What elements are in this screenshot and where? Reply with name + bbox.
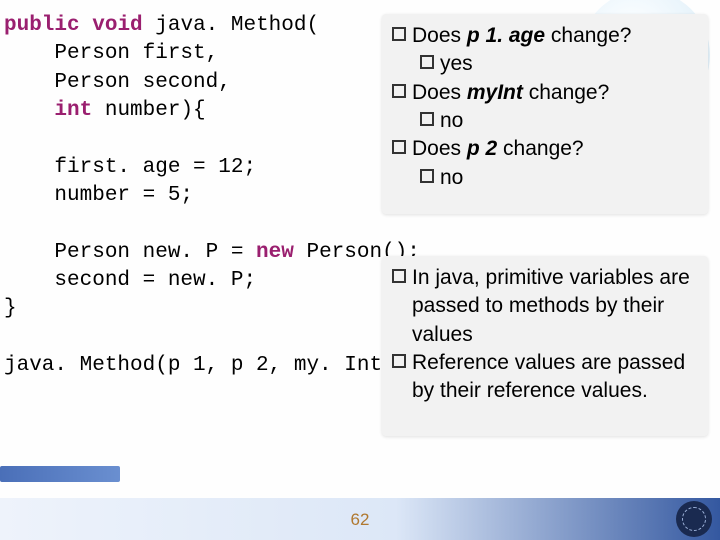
question-2: Does myInt change? (392, 79, 698, 107)
note-1: In java, primitive variables are passed … (392, 264, 698, 349)
code-text: first. age = 12; (4, 156, 256, 179)
seal-icon (676, 501, 712, 537)
code-text: java. Method(p 1, p 2, my. Int); (4, 354, 407, 377)
note-text: Reference values are passed by their ref… (412, 349, 698, 406)
bullet-square-icon (392, 354, 406, 368)
bullet-square-icon (420, 112, 434, 126)
code-text: } (4, 297, 17, 320)
answer-1: yes (392, 50, 698, 78)
question-1: Does p 1. age change? (392, 22, 698, 50)
q-emph: p 2 (467, 137, 497, 160)
answer-2: no (392, 107, 698, 135)
q-text: change? (497, 137, 583, 160)
q-emph: p 1. age (467, 24, 545, 47)
bullet-square-icon (392, 84, 406, 98)
bullet-square-icon (420, 169, 434, 183)
keyword-new: new (256, 241, 294, 264)
code-text: java. Method( (143, 14, 319, 37)
answer-3: no (392, 164, 698, 192)
q-text: Does (412, 24, 467, 47)
accent-bar (0, 466, 120, 482)
bullet-square-icon (392, 140, 406, 154)
code-text: Person second, (4, 71, 231, 94)
keyword-void: void (92, 14, 142, 37)
keyword-public: public (4, 14, 80, 37)
a-text: yes (440, 50, 473, 78)
code-text: Person first, (4, 42, 218, 65)
keyword-int: int (54, 99, 92, 122)
note-text: In java, primitive variables are passed … (412, 264, 698, 349)
code-text: number){ (92, 99, 205, 122)
a-text: no (440, 164, 463, 192)
code-text: second = new. P; (4, 269, 256, 292)
qa-box: Does p 1. age change? yes Does myInt cha… (382, 14, 708, 214)
bullet-square-icon (392, 269, 406, 283)
q-emph: myInt (467, 81, 523, 104)
note-2: Reference values are passed by their ref… (392, 349, 698, 406)
a-text: no (440, 107, 463, 135)
question-3: Does p 2 change? (392, 135, 698, 163)
code-text: Person new. P = (4, 241, 256, 264)
code-text (4, 99, 54, 122)
code-block: public void java. Method( Person first, … (4, 12, 380, 380)
q-text: change? (523, 81, 609, 104)
bullet-square-icon (420, 55, 434, 69)
q-text: change? (545, 24, 631, 47)
notes-box: In java, primitive variables are passed … (382, 256, 708, 436)
bullet-square-icon (392, 27, 406, 41)
q-text: Does (412, 81, 467, 104)
slide-number: 62 (351, 510, 370, 530)
q-text: Does (412, 137, 467, 160)
code-text: number = 5; (4, 184, 193, 207)
